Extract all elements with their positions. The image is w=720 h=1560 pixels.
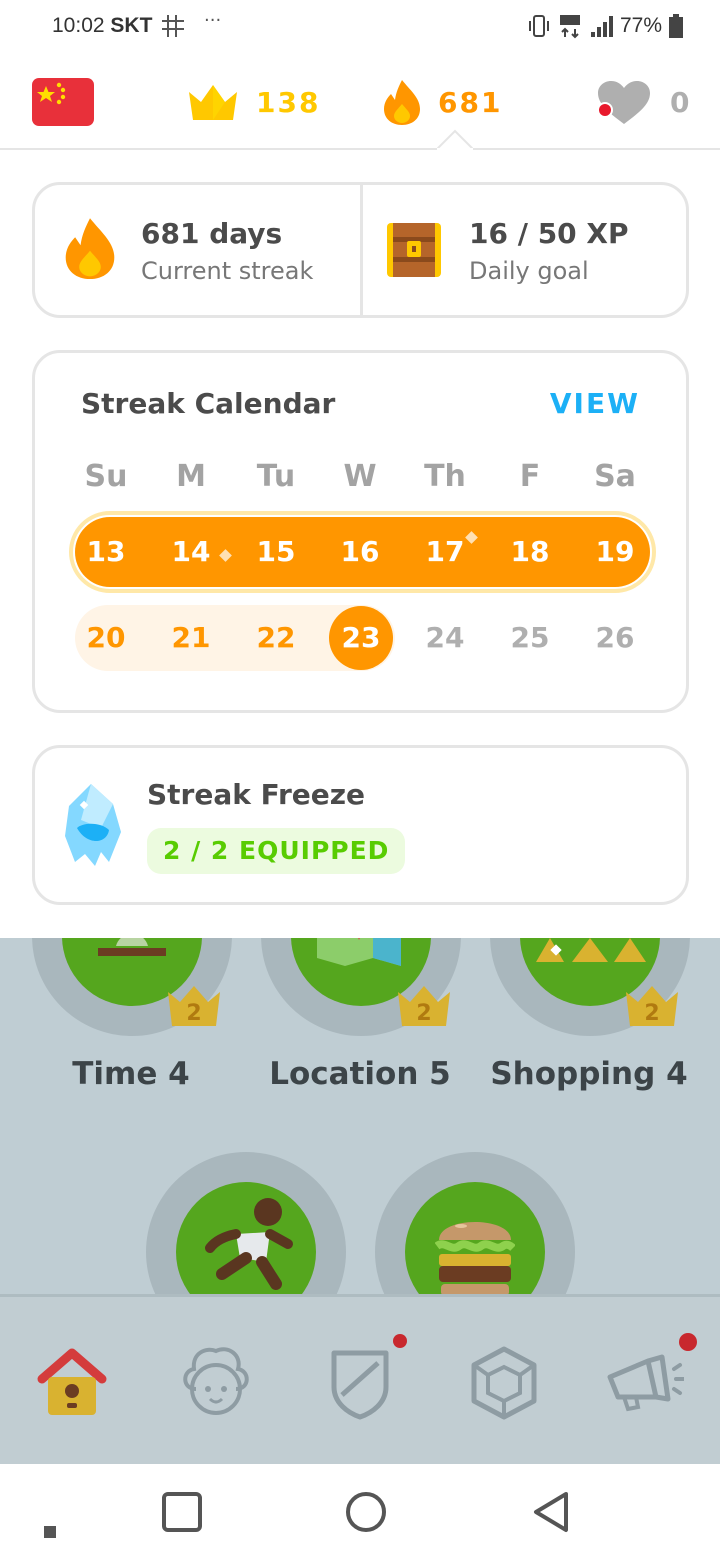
calendar-day: 19 <box>595 535 635 568</box>
status-time: 10:02 <box>52 14 105 37</box>
leagues-shield-icon[interactable] <box>320 1343 400 1423</box>
daily-goal-cell: 16 / 50 XP Daily goal <box>363 185 686 315</box>
home-button[interactable] <box>338 1484 394 1540</box>
streak-count[interactable]: 681 <box>382 78 502 126</box>
home-icon[interactable] <box>32 1343 112 1423</box>
calendar-day: 15 <box>256 535 296 568</box>
news-megaphone-icon[interactable] <box>604 1343 684 1423</box>
system-nav-bar <box>0 1464 720 1560</box>
calendar-title: Streak Calendar <box>81 387 336 420</box>
streak-popover: 681 days Current streak 16 / 50 XP Daily… <box>0 150 720 938</box>
china-flag-icon[interactable] <box>32 78 94 126</box>
streak-days-sub: Current streak <box>141 257 314 285</box>
calendar-day: 25 <box>510 621 550 654</box>
heart-icon <box>597 81 650 124</box>
weekday-label: Sa <box>594 459 636 494</box>
status-carrier: SKT <box>110 14 153 37</box>
daily-goal-sub: Daily goal <box>469 257 589 285</box>
crown-icon <box>189 85 237 120</box>
calendar-day: 21 <box>171 621 211 654</box>
freeze-title: Streak Freeze <box>147 778 366 811</box>
streak-calendar-card: Streak Calendar VIEW Su M Tu W Th F Sa 1… <box>32 350 689 713</box>
more-dots-icon: ··· <box>204 10 222 31</box>
characters-icon[interactable] <box>176 1343 256 1423</box>
svg-text:2: 2 <box>416 1001 431 1026</box>
streak-days-title: 681 days <box>141 217 283 250</box>
back-button[interactable] <box>522 1484 578 1540</box>
learning-tree-background: 2 2 2 Time 4 Location 5 Shopping 4 <box>0 938 720 1294</box>
skill-label[interactable]: Shopping 4 <box>490 1056 687 1092</box>
weekday-label: F <box>519 459 541 494</box>
streak-count-value: 681 <box>438 85 503 119</box>
calendar-day-today: 23 <box>341 621 381 654</box>
popover-caret <box>437 129 473 150</box>
svg-text:2: 2 <box>644 1001 659 1026</box>
top-stats-bar: 138 681 0 <box>0 56 720 150</box>
news-notification-dot <box>679 1333 697 1351</box>
calendar-day: 18 <box>510 535 550 568</box>
shop-gem-icon[interactable] <box>464 1343 544 1423</box>
calendar-day: 26 <box>595 621 635 654</box>
freeze-equipped-badge: 2 / 2 EQUIPPED <box>147 828 406 874</box>
calendar-day: 17 <box>425 535 465 568</box>
crown-count-value: 138 <box>256 85 321 119</box>
calendar-day: 22 <box>256 621 296 654</box>
crown-count[interactable]: 138 <box>186 78 320 126</box>
status-bar: 10:02 SKT ··· 77% <box>0 0 720 56</box>
calendar-day: 20 <box>86 621 126 654</box>
svg-text:2: 2 <box>186 1001 201 1026</box>
calendar-view-button[interactable]: VIEW <box>550 387 640 420</box>
daily-goal-title: 16 / 50 XP <box>469 217 629 250</box>
hearts-count-value: 0 <box>670 85 692 119</box>
weekday-label: M <box>176 459 206 494</box>
hearts-count[interactable]: 0 <box>594 78 691 126</box>
recents-small-icon[interactable] <box>22 1484 78 1540</box>
leagues-notification-dot <box>393 1334 407 1348</box>
signal-icon <box>590 16 613 37</box>
vibrate-icon <box>528 15 549 37</box>
streak-freeze-card[interactable]: Streak Freeze 2 / 2 EQUIPPED <box>32 745 689 905</box>
skill-crown-badge-icon: 2 <box>626 986 678 1026</box>
weekday-label: W <box>343 459 377 494</box>
weekday-label: Tu <box>256 459 296 494</box>
grid-icon <box>162 15 184 37</box>
skill-label[interactable]: Location 5 <box>269 1056 451 1092</box>
calendar-day: 14 <box>171 535 211 568</box>
streak-flame-icon <box>384 80 420 125</box>
treasure-chest-icon <box>387 223 441 277</box>
battery-percent: 77% <box>619 14 662 37</box>
streak-flame-icon <box>65 218 115 280</box>
skill-label[interactable]: Time 4 <box>72 1056 189 1092</box>
streak-summary-card: 681 days Current streak 16 / 50 XP Daily… <box>32 182 689 318</box>
battery-icon <box>669 14 683 38</box>
lte-icon <box>559 15 580 39</box>
calendar-day: 24 <box>425 621 465 654</box>
calendar-day: 16 <box>340 535 380 568</box>
status-time-carrier: 10:02 SKT <box>52 14 152 38</box>
weekday-label: Su <box>84 459 128 494</box>
skill-crown-badge-icon: 2 <box>398 986 450 1026</box>
weekday-label: Th <box>424 459 466 494</box>
streak-freeze-ice-icon <box>65 784 121 866</box>
bottom-nav <box>0 1294 720 1464</box>
skill-crown-badge-icon: 2 <box>168 986 220 1026</box>
skill-sports-icon[interactable] <box>176 1182 316 1294</box>
calendar-day: 13 <box>86 535 126 568</box>
overview-button[interactable] <box>154 1484 210 1540</box>
current-streak-cell: 681 days Current streak <box>35 185 360 315</box>
